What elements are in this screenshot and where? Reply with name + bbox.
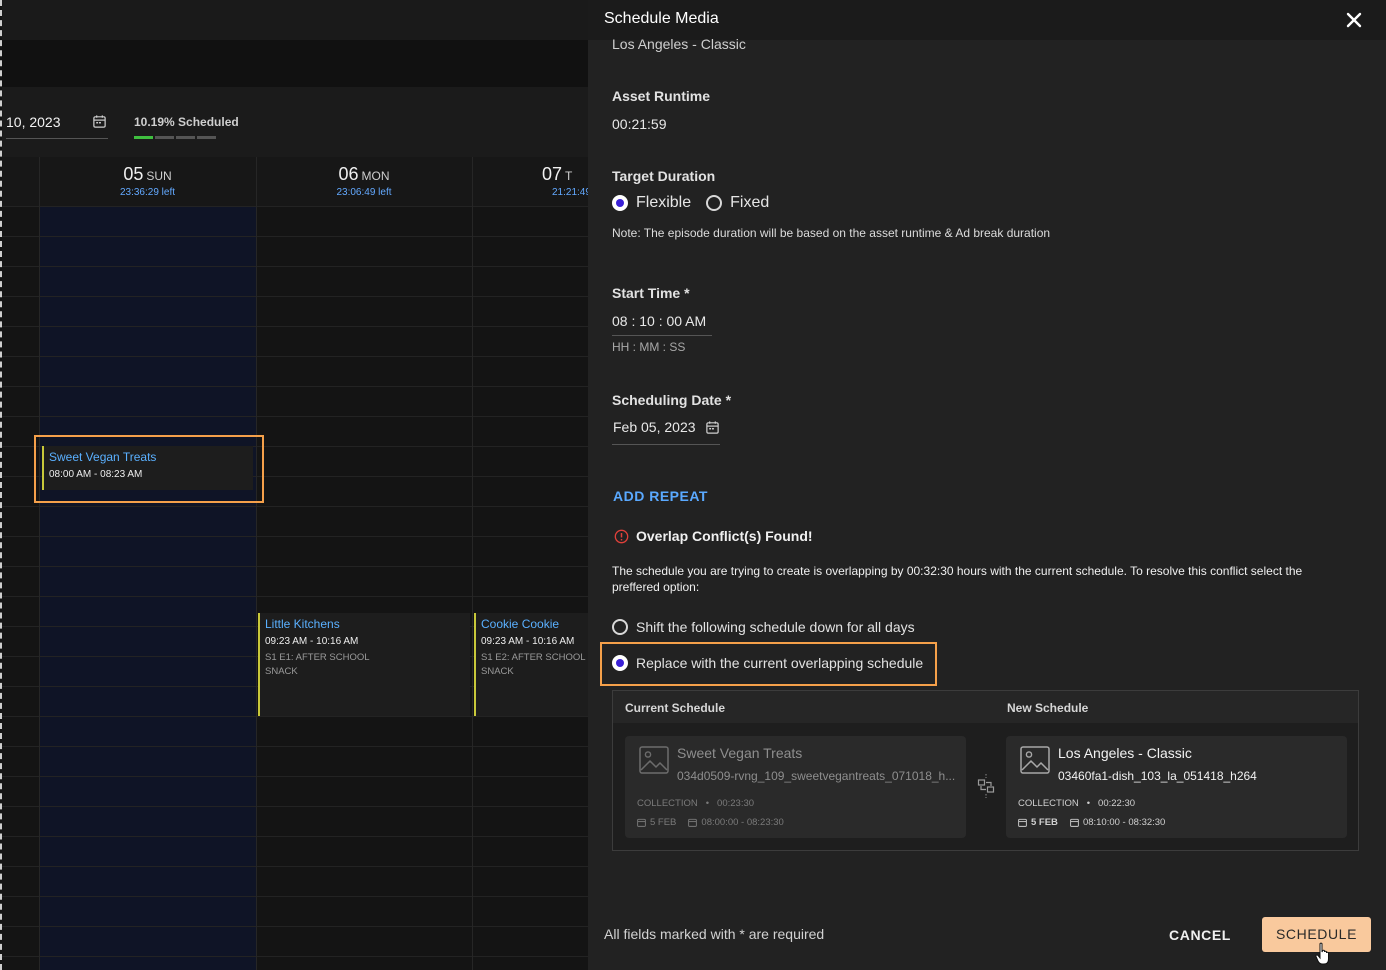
event-highlight: [34, 435, 264, 503]
add-repeat-button[interactable]: ADD REPEAT: [613, 488, 708, 504]
day-of-week: SUN: [146, 169, 172, 183]
start-time-label: Start Time *: [612, 285, 690, 301]
calendar-date-underline: [6, 138, 108, 139]
day-of-week: T: [565, 169, 573, 183]
calendar-icon: [688, 818, 698, 827]
card-duration: 00:22:30: [1098, 798, 1136, 809]
card-title: Los Angeles - Classic: [1058, 745, 1192, 761]
option-highlight: [600, 642, 937, 686]
conflict-description: The schedule you are trying to create is…: [612, 564, 1303, 594]
event-title: Cookie Cookie: [481, 617, 560, 631]
radio-shift[interactable]: [612, 619, 628, 635]
day-header-sun[interactable]: 05 SUN 23:36:29 left: [39, 157, 256, 206]
option-shift[interactable]: Shift the following schedule down for al…: [612, 619, 915, 635]
scheduled-percent: 10.19% Scheduled: [134, 115, 239, 129]
start-time-underline: [612, 335, 712, 336]
warning-icon: [614, 529, 629, 543]
card-type: COLLECTION: [1018, 798, 1079, 809]
card-date-row: 5 FEB 08:10:00 - 08:32:30: [1018, 817, 1165, 828]
progress-segment: [197, 136, 216, 139]
calendar-icon[interactable]: [705, 420, 720, 435]
card-type: COLLECTION: [637, 798, 698, 809]
card-asset-id: 03460fa1-dish_103_la_051418_h264: [1058, 769, 1257, 783]
asset-name: Los Angeles - Classic: [612, 36, 746, 52]
card-date: 5 FEB: [650, 817, 677, 828]
calendar-icon: [1070, 818, 1079, 827]
dot-separator: •: [705, 798, 710, 809]
day-time-left: 21:21:49: [552, 187, 588, 198]
calendar-subbar: [2, 40, 588, 87]
radio-fixed-label[interactable]: Fixed: [730, 194, 769, 212]
card-time-range: 08:00:00 - 08:23:30: [701, 817, 784, 828]
conflict-title: Overlap Conflict(s) Found!: [636, 528, 813, 544]
selected-day-column: [39, 157, 256, 970]
progress-segment: [155, 136, 174, 139]
current-schedule-header: Current Schedule: [625, 701, 726, 715]
calendar-topbar: [2, 0, 588, 40]
scheduling-date-input[interactable]: Feb 05, 2023: [613, 419, 696, 435]
target-duration-options: Flexible Fixed: [612, 194, 769, 212]
radio-flexible[interactable]: [612, 195, 628, 211]
calendar-date-display[interactable]: 10, 2023: [6, 114, 61, 130]
calendar-icon[interactable]: [92, 114, 107, 129]
day-number: 06: [338, 164, 359, 184]
cancel-button[interactable]: CANCEL: [1166, 918, 1234, 952]
calendar-icon: [637, 818, 646, 827]
day-number: 07: [542, 164, 563, 184]
progress-segment: [176, 136, 195, 139]
image-placeholder-icon: [639, 746, 669, 774]
event-time: 09:23 AM - 10:16 AM: [481, 636, 575, 647]
calendar-background: 10, 2023 10.19% Scheduled 05 SUN 23:36:2…: [0, 0, 588, 970]
new-schedule-header: New Schedule: [1007, 701, 1089, 715]
card-date: 5 FEB: [1031, 817, 1058, 828]
schedule-comparison: Current Schedule New Schedule Sweet Vega…: [612, 690, 1359, 851]
card-meta: COLLECTION • 00:23:30: [637, 798, 754, 809]
current-schedule-card: Sweet Vegan Treats 034d0509-rvng_109_swe…: [625, 736, 966, 838]
event-time: 09:23 AM - 10:16 AM: [265, 636, 359, 647]
start-time-input[interactable]: 08 : 10 : 00 AM: [612, 313, 706, 329]
event-subtitle: S1 E2: AFTER SCHOOL SNACK: [481, 652, 586, 677]
asset-runtime-value: 00:21:59: [612, 116, 667, 132]
scheduling-date-label: Scheduling Date *: [612, 392, 732, 408]
card-duration: 00:23:30: [717, 798, 755, 809]
duration-note: Note: The episode duration will be based…: [612, 226, 1051, 240]
radio-fixed[interactable]: [706, 195, 723, 211]
asset-runtime-label: Asset Runtime: [612, 88, 711, 104]
progress-segment: [134, 136, 153, 139]
event-title: Little Kitchens: [265, 617, 340, 631]
scheduling-date-underline: [612, 444, 720, 445]
event-subtitle: S1 E1: AFTER SCHOOL SNACK: [265, 652, 370, 677]
card-date-row: 5 FEB 08:00:00 - 08:23:30: [637, 817, 784, 828]
event-little-kitchens[interactable]: Little Kitchens 09:23 AM - 10:16 AM S1 E…: [258, 613, 470, 716]
card-title: Sweet Vegan Treats: [677, 745, 803, 761]
day-of-week: MON: [361, 169, 390, 183]
start-time-hint: HH : MM : SS: [612, 340, 686, 354]
conflict-heading: Overlap Conflict(s) Found!: [614, 528, 813, 544]
option-shift-label[interactable]: Shift the following schedule down for al…: [636, 619, 915, 635]
target-duration-label: Target Duration: [612, 168, 716, 184]
hand-cursor-icon: [1315, 942, 1329, 965]
card-asset-id: 034d0509-rvng_109_sweetvegantreats_07101…: [677, 769, 956, 783]
required-fields-note: All fields marked with * are required: [604, 926, 825, 942]
calendar-toolbar: [2, 87, 588, 157]
day-time-left: 23:36:29 left: [119, 187, 176, 198]
day-header-mon[interactable]: 06 MON 23:06:49 left: [256, 157, 472, 206]
image-placeholder-icon: [1020, 746, 1050, 774]
event-cookie-cookie[interactable]: Cookie Cookie 09:23 AM - 10:16 AM S1 E2:…: [474, 613, 588, 716]
day-header-tue[interactable]: 07 T 21:21:49: [542, 157, 588, 206]
new-schedule-card: Los Angeles - Classic 03460fa1-dish_103_…: [1006, 736, 1347, 838]
card-time-range: 08:10:00 - 08:32:30: [1082, 817, 1166, 828]
close-icon[interactable]: [1344, 10, 1364, 30]
calendar-icon: [1018, 818, 1027, 827]
day-time-left: 23:06:49 left: [336, 187, 392, 198]
swap-icon: [977, 774, 995, 798]
day-number: 05: [123, 164, 144, 184]
dot-separator: •: [1086, 798, 1091, 809]
card-meta: COLLECTION • 00:22:30: [1018, 798, 1135, 809]
schedule-media-panel: Schedule Media Los Angeles - Classic Ass…: [588, 0, 1386, 970]
radio-flexible-label[interactable]: Flexible: [636, 194, 691, 212]
panel-title: Schedule Media: [604, 10, 719, 27]
